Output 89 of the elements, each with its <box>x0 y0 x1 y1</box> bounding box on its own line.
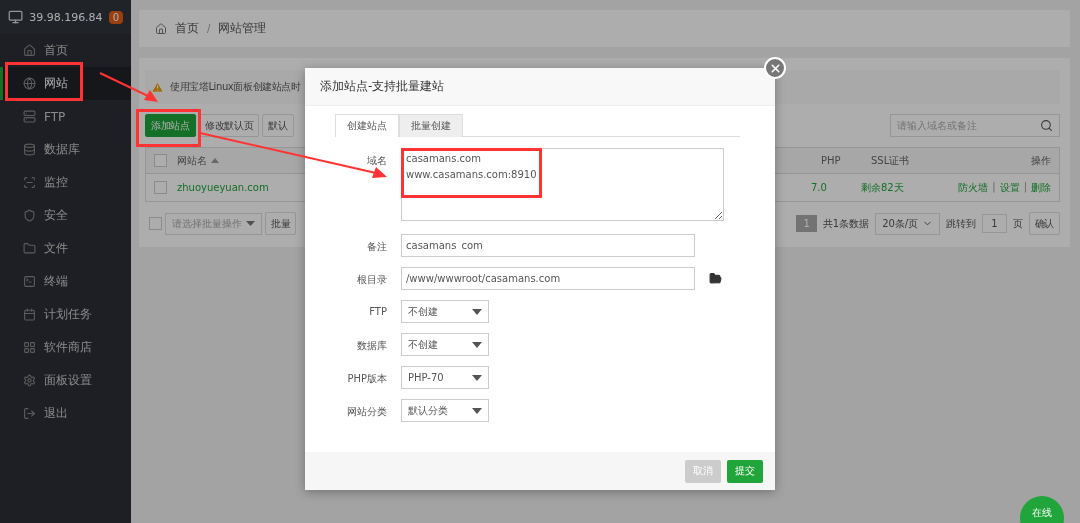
database-icon <box>23 143 36 156</box>
site-link[interactable]: zhuoyueyuan.com <box>177 182 269 193</box>
toolbar-button[interactable]: 修改默认页 <box>198 114 260 137</box>
caret-icon <box>246 221 255 226</box>
chat-button[interactable]: 在线 <box>1020 496 1064 523</box>
field-label: 备注 <box>366 240 387 254</box>
sidebar-item[interactable]: 监控 <box>0 166 131 199</box>
sidebar-item[interactable]: 网站 <box>0 67 131 100</box>
column-header: PHP <box>821 155 842 166</box>
action-separator: | <box>992 180 996 195</box>
submit-button[interactable]: 提交 <box>727 459 763 483</box>
breadcrumb-separator: / <box>207 23 211 34</box>
table-cell-text: 剩余82天 <box>861 180 905 195</box>
checkbox[interactable] <box>154 181 167 194</box>
sidebar-item[interactable]: 退出 <box>0 397 131 430</box>
home-icon <box>155 22 167 35</box>
select-field[interactable]: PHP-70 <box>401 366 489 389</box>
toolbar-button[interactable]: 默认 <box>262 114 294 137</box>
sidebar-item[interactable]: 计划任务 <box>0 298 131 331</box>
field-label: 根目录 <box>356 273 387 287</box>
column-header: 网站名 <box>177 153 207 168</box>
select-field[interactable]: 不创建 <box>401 333 489 356</box>
warning-icon <box>151 80 164 94</box>
sidebar-item[interactable]: 数据库 <box>0 133 131 166</box>
server-icon <box>23 110 36 123</box>
tab[interactable]: 创建站点 <box>335 114 399 137</box>
column-header: 操作 <box>1030 153 1051 168</box>
notification-badge: 0 <box>108 10 123 24</box>
tab[interactable]: 批量创建 <box>399 114 463 137</box>
caret-icon <box>472 308 482 315</box>
grid-icon <box>23 341 36 354</box>
sidebar-item[interactable]: FTP <box>0 100 131 133</box>
breadcrumb-current: 网站管理 <box>218 20 267 37</box>
domain-field[interactable]: casamans.com www.casamans.com:8910 <box>401 148 724 221</box>
caret-icon <box>472 407 482 414</box>
folder-icon <box>23 242 36 255</box>
page-label: 页 <box>1012 216 1023 231</box>
settings-icon <box>23 374 36 387</box>
field-label: 域名 <box>366 154 387 168</box>
select-field[interactable]: 默认分类 <box>401 399 489 422</box>
field-label: PHP版本 <box>346 372 387 386</box>
sidebar-item[interactable]: 首页 <box>0 34 131 67</box>
action-link[interactable]: 防火墙 <box>958 180 989 195</box>
monitor-icon <box>8 9 24 25</box>
action-link[interactable]: 删除 <box>1031 180 1051 195</box>
logout-icon <box>23 407 36 420</box>
shield-icon <box>23 209 36 222</box>
path-field[interactable]: /www/wwwroot/casamans.com <box>401 267 695 290</box>
total-count: 共1条数据 <box>822 216 870 231</box>
sidebar-item[interactable]: 软件商店 <box>0 331 131 364</box>
page-input[interactable]: 1 <box>982 214 1007 233</box>
caret-icon <box>472 374 482 381</box>
notice-text: 使用宝塔Linux面板创建站点时 <box>170 80 301 94</box>
calendar-icon <box>23 308 36 321</box>
action-link[interactable]: 设置 <box>999 180 1020 195</box>
caret-icon <box>472 341 482 348</box>
table-cell-text: 7.0 <box>811 182 828 193</box>
folder-icon[interactable] <box>709 272 722 285</box>
field-label: FTP <box>368 305 387 317</box>
scan-icon <box>23 176 36 189</box>
breadcrumb-link[interactable]: 首页 <box>175 20 199 37</box>
batch-button[interactable]: 批量 <box>265 212 297 235</box>
home-icon <box>23 44 36 57</box>
field-label: 数据库 <box>356 339 387 353</box>
server-ip: 39.98.196.84 <box>29 10 103 24</box>
remark-field[interactable]: casamans_com <box>401 234 695 257</box>
checkbox[interactable] <box>149 217 162 230</box>
page-size-select[interactable]: 20条/页 <box>875 212 941 235</box>
close-button[interactable] <box>764 57 786 79</box>
terminal-icon <box>23 275 36 288</box>
globe-icon <box>23 77 36 90</box>
search-icon <box>1040 119 1053 132</box>
checkbox[interactable] <box>154 154 167 167</box>
add-site-button[interactable]: 添加站点 <box>145 114 196 137</box>
sidebar-item[interactable]: 安全 <box>0 199 131 232</box>
select-field[interactable]: 不创建 <box>401 300 489 323</box>
sidebar-item[interactable]: 文件 <box>0 232 131 265</box>
column-header: SSL证书 <box>871 153 911 168</box>
field-label: 网站分类 <box>346 405 387 419</box>
jump-label: 跳转到 <box>946 216 977 231</box>
sidebar-item[interactable]: 终端 <box>0 265 131 298</box>
action-separator: | <box>1023 180 1027 195</box>
dialog-title: 添加站点-支持批量建站 <box>305 68 775 106</box>
annotation-arrow <box>99 72 158 102</box>
sidebar-item[interactable]: 面板设置 <box>0 364 131 397</box>
highlight-frame <box>136 109 201 147</box>
close-icon <box>768 61 782 75</box>
confirm-button[interactable]: 确认 <box>1028 212 1060 235</box>
sort-icon <box>211 158 219 163</box>
